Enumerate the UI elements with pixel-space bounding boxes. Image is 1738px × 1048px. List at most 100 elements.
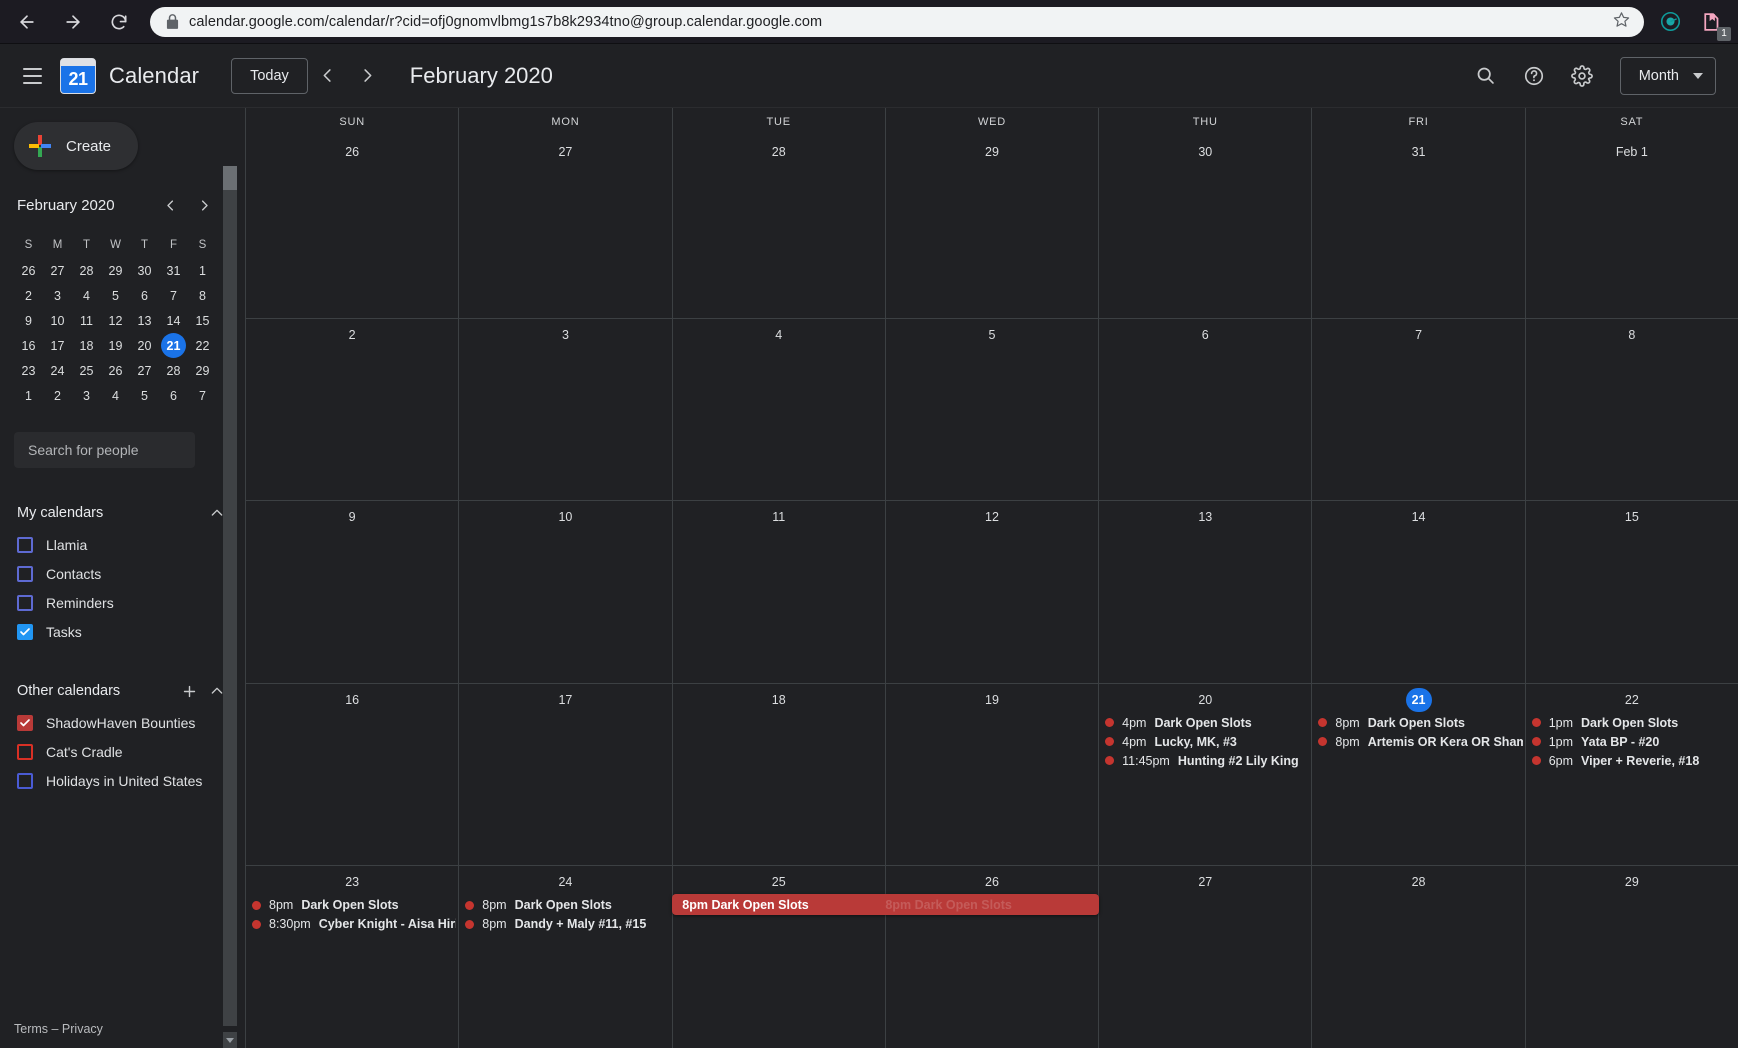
day-number[interactable]: Feb 1 xyxy=(1610,140,1654,164)
day-number[interactable]: 31 xyxy=(1406,140,1432,164)
add-other-calendar-icon[interactable] xyxy=(175,677,203,705)
day-number[interactable]: 11 xyxy=(766,505,791,529)
mini-day-cell[interactable]: 15 xyxy=(188,308,217,333)
mini-day-cell[interactable]: 17 xyxy=(43,333,72,358)
mini-day-cell[interactable]: 26 xyxy=(101,358,130,383)
day-cell[interactable]: 27 xyxy=(458,136,671,318)
calendar-checkbox[interactable] xyxy=(17,715,33,731)
day-number[interactable]: 5 xyxy=(980,323,1004,347)
reload-icon[interactable] xyxy=(106,9,132,35)
day-cell[interactable]: 15 xyxy=(1525,501,1738,683)
calendar-checkbox[interactable] xyxy=(17,566,33,582)
mini-day-cell[interactable]: 21 xyxy=(159,333,188,358)
main-menu-icon[interactable] xyxy=(10,54,54,98)
mini-day-cell[interactable]: 2 xyxy=(43,383,72,408)
mini-day-cell[interactable]: 23 xyxy=(14,358,43,383)
mini-day-cell[interactable]: 5 xyxy=(130,383,159,408)
calendar-checkbox[interactable] xyxy=(17,537,33,553)
day-cell[interactable]: 221pmDark Open Slots1pmYata BP - #206pmV… xyxy=(1525,684,1738,866)
day-number[interactable]: 30 xyxy=(1192,140,1218,164)
other-calendar-item[interactable]: ShadowHaven Bounties xyxy=(14,708,231,737)
calendar-checkbox[interactable] xyxy=(17,744,33,760)
day-number[interactable]: 6 xyxy=(1193,323,1217,347)
my-calendar-item[interactable]: Tasks xyxy=(14,617,231,646)
day-number[interactable]: 29 xyxy=(1619,870,1645,894)
day-cell[interactable]: 7 xyxy=(1311,319,1524,501)
day-cell[interactable]: 11 xyxy=(672,501,885,683)
mini-day-cell[interactable]: 24 xyxy=(43,358,72,383)
sidebar-scroll-down-icon[interactable] xyxy=(223,1032,237,1048)
mini-day-cell[interactable]: 3 xyxy=(43,283,72,308)
day-number[interactable]: 8 xyxy=(1620,323,1644,347)
mini-day-cell[interactable]: 7 xyxy=(188,383,217,408)
day-cell[interactable]: 21 8pmDark Open Slots 8pmArtemis OR Kera O… xyxy=(1311,684,1524,866)
calendar-logo[interactable]: 21 xyxy=(60,58,96,94)
day-number[interactable]: 28 xyxy=(766,140,792,164)
day-cell[interactable]: Feb 1 xyxy=(1525,136,1738,318)
day-number[interactable]: 23 xyxy=(339,870,365,894)
calendar-event[interactable]: 6pmViper + Reverie, #18 xyxy=(1532,754,1736,768)
mini-day-cell[interactable]: 18 xyxy=(72,333,101,358)
day-cell[interactable]: 24 8pmDark Open Slots 8pmDandy + Maly #11,… xyxy=(458,866,671,1048)
day-cell[interactable]: 28 xyxy=(1311,866,1524,1048)
day-cell[interactable]: 12 xyxy=(885,501,1098,683)
search-icon[interactable] xyxy=(1464,54,1508,98)
calendar-event[interactable]: 8pmDark Open Slots xyxy=(1318,716,1522,730)
mini-day-cell[interactable]: 27 xyxy=(43,258,72,283)
sidebar-footer[interactable]: Terms – Privacy xyxy=(0,1022,245,1048)
calendar-event[interactable]: 4pmDark Open Slots xyxy=(1105,716,1309,730)
mini-day-cell[interactable]: 20 xyxy=(130,333,159,358)
day-cell[interactable]: 5 xyxy=(885,319,1098,501)
day-cell[interactable]: 29 xyxy=(885,136,1098,318)
calendar-event[interactable]: 4pmLucky, MK, #3 xyxy=(1105,735,1309,749)
day-cell[interactable]: 16 xyxy=(246,684,458,866)
bookmark-star-icon[interactable] xyxy=(1613,11,1630,33)
view-mode-dropdown[interactable]: Month xyxy=(1620,57,1716,95)
day-number[interactable]: 20 xyxy=(1192,688,1218,712)
day-number[interactable]: 26 xyxy=(339,140,365,164)
mini-day-cell[interactable]: 1 xyxy=(14,383,43,408)
day-cell[interactable]: 14 xyxy=(1311,501,1524,683)
day-number[interactable]: 13 xyxy=(1192,505,1218,529)
day-number[interactable]: 17 xyxy=(552,688,578,712)
dragged-event-chip[interactable]: 8pm Dark Open Slots8pm Dark Open Slots xyxy=(672,894,1098,915)
calendar-event[interactable]: 8pmArtemis OR Kera OR Shamroc xyxy=(1318,735,1522,749)
day-number[interactable]: 24 xyxy=(552,870,578,894)
mini-day-cell[interactable]: 12 xyxy=(101,308,130,333)
day-cell[interactable]: 31 xyxy=(1311,136,1524,318)
previous-period-icon[interactable] xyxy=(308,56,348,96)
day-cell[interactable]: 3 xyxy=(458,319,671,501)
day-number[interactable]: 9 xyxy=(340,505,364,529)
mini-calendar-next-icon[interactable] xyxy=(191,192,217,218)
calendar-checkbox[interactable] xyxy=(17,773,33,789)
other-calendar-item[interactable]: Holidays in United States xyxy=(14,766,231,795)
day-cell[interactable]: 4 xyxy=(672,319,885,501)
day-cell[interactable]: 2 xyxy=(246,319,458,501)
day-cell[interactable]: 238pmDark Open Slots8:30pmCyber Knight -… xyxy=(246,866,458,1048)
today-button[interactable]: Today xyxy=(231,58,308,94)
mini-day-cell[interactable]: 28 xyxy=(72,258,101,283)
day-cell[interactable]: 19 xyxy=(885,684,1098,866)
my-calendar-item[interactable]: Reminders xyxy=(14,588,231,617)
day-number-today[interactable]: 21 xyxy=(1406,688,1432,712)
mini-day-cell[interactable]: 28 xyxy=(159,358,188,383)
day-number[interactable]: 18 xyxy=(766,688,792,712)
people-search-input[interactable]: Search for people xyxy=(14,432,195,468)
back-icon[interactable] xyxy=(14,9,40,35)
calendar-event[interactable]: 8pmDark Open Slots xyxy=(465,898,669,912)
mini-day-cell[interactable]: 27 xyxy=(130,358,159,383)
day-cell[interactable]: 204pmDark Open Slots4pmLucky, MK, #311:4… xyxy=(1098,684,1311,866)
calendar-event[interactable]: 8pmDandy + Maly #11, #15 xyxy=(465,917,669,931)
day-number[interactable]: 26 xyxy=(979,870,1005,894)
day-cell[interactable]: 30 xyxy=(1098,136,1311,318)
day-number[interactable]: 28 xyxy=(1406,870,1432,894)
day-number[interactable]: 29 xyxy=(979,140,1005,164)
sidebar-scrollbar-thumb[interactable] xyxy=(223,166,237,190)
help-icon[interactable] xyxy=(1512,54,1556,98)
extension-icon-teal[interactable] xyxy=(1658,10,1682,34)
day-cell[interactable]: 17 xyxy=(458,684,671,866)
my-calendar-item[interactable]: Llamia xyxy=(14,530,231,559)
day-number[interactable]: 12 xyxy=(979,505,1005,529)
sidebar-scrollbar[interactable] xyxy=(223,166,237,1048)
day-cell[interactable]: 6 xyxy=(1098,319,1311,501)
